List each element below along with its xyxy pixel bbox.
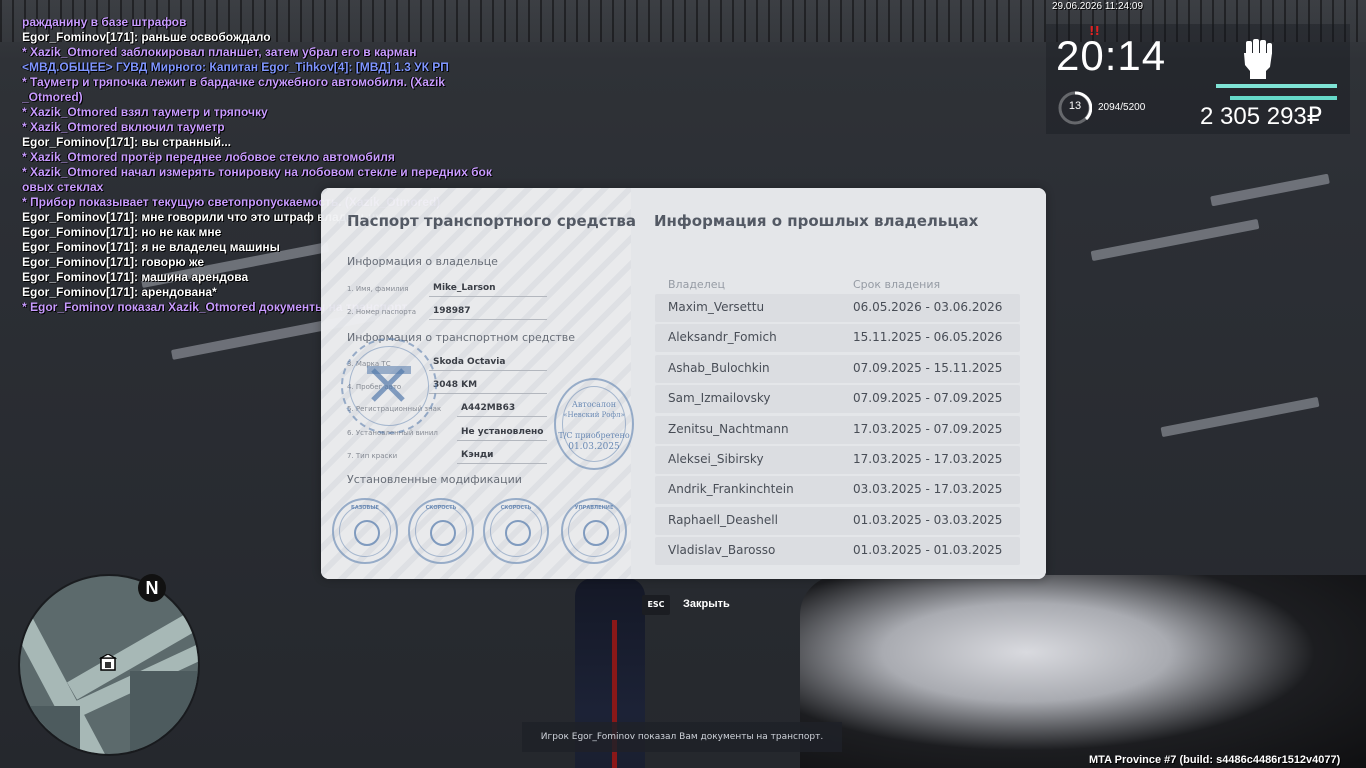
owner-period-cell: 17.03.2025 - 07.09.2025 [853,421,1003,436]
dealer-stamp-line: «Невский Рофл» [563,411,625,419]
owner-row: Ashab_Bulochkin 07.09.2025 - 15.11.2025 [655,354,1020,383]
owner-period-cell: 15.11.2025 - 06.05.2026 [853,330,1003,345]
steering-wheel-icon [583,520,609,546]
level-number: 13 [1068,100,1082,112]
mods-section-title: Установленные модификации [347,473,522,486]
owner-section-title: Информация о владельце [347,255,498,268]
fist-icon [1244,39,1272,79]
owner-name-cell: Sam_Izmailovsky [668,391,771,406]
close-button[interactable]: Закрыть [683,598,730,610]
mod-stamp-base: БАЗОВЫЕ [332,498,398,564]
chat-line: * Xazik_Otmored взял тауметр и тряпочку [22,105,268,119]
armor-bar [1230,96,1337,100]
dealer-stamp-date: 01.03.2025 [568,442,620,452]
owner-name-cell: Aleksandr_Fomich [668,330,777,345]
chat-line: <МВД.ОБЩЕЕ> ГУВД Мирного: Капитан Egor_T… [22,60,449,74]
mod-stamp-label: БАЗОВЫЕ [351,505,379,511]
owner-name-cell: Vladislav_Barosso [668,543,776,558]
passport-number: 198987 [433,306,471,316]
speedometer-icon [505,520,531,546]
dealer-stamp: Автосалон «Невский Рофл» Т/С приобретено… [554,378,634,470]
owner-row: Maxim_Versettu 06.05.2026 - 03.06.2026 [655,294,1020,322]
dealer-stamp-line: Т/С приобретено [558,431,630,440]
money-balance: 2 305 293₽ [1200,103,1323,130]
health-bar [1216,84,1337,88]
owner-name-cell: Raphaell_Deashell [668,512,778,527]
registration-stamp [341,338,437,434]
chat-line: * Тауметр и тряпочка лежит в бардачке сл… [22,75,445,89]
player-marker-icon [99,654,117,671]
column-owner: Владелец [668,278,725,291]
chat-line: * Xazik_Otmored включил тауметр [22,120,225,134]
column-period: Срок владения [853,278,941,291]
notification-banner: Игрок Egor_Fominov показал Вам документы… [522,722,842,752]
owner-period-cell: 06.05.2026 - 03.06.2026 [853,300,1003,314]
chat-line: ражданину в базе штрафов [22,15,187,29]
field-label: 1. Имя, фамилия [347,285,409,293]
owner-name-cell: Zenitsu_Nachtmann [668,421,789,436]
chat-line: _Otmored) [22,90,83,104]
vehicle-passport-window: Паспорт транспортного средства Информаци… [321,188,1046,579]
owner-row: Andrik_Frankinchtein 03.03.2025 - 17.03.2… [655,476,1020,505]
car [800,575,1366,768]
owners-title: Информация о прошлых владельцах [654,212,979,230]
esc-key-hint[interactable]: ESC [642,595,670,615]
owner-row: Vladislav_Barosso 01.03.2025 - 01.03.2025 [655,537,1020,566]
road-marking [1090,218,1260,262]
owner-period-cell: 07.09.2025 - 15.11.2025 [853,360,1003,375]
chat-line: Egor_Fominov[171]: раньше освобождало [22,30,271,44]
vinyl-value: Не установлено [461,427,544,437]
owner-row: Aleksei_Sibirsky 17.03.2025 - 17.03.2025 [655,446,1020,474]
chat-line: * Xazik_Otmored начал измерять тонировку… [22,165,492,179]
hud-datetime: 29.06.2026 11:24:09 [1052,1,1144,12]
owner-name: Mike_Larson [433,283,496,293]
chat-line: * Xazik_Otmored заблокировал планшет, за… [22,45,417,59]
paint-type: Кэнди [461,450,494,460]
mod-stamp-handling: УПРАВЛЕНИЕ [561,498,627,564]
compass-north: N [138,574,166,602]
vehicle-mileage: 3048 KM [433,380,478,390]
passport-title: Паспорт транспортного средства [347,212,636,230]
field-label: 2. Номер паспорта [347,308,417,316]
road-marking [1160,396,1320,438]
owner-period-cell: 17.03.2025 - 17.03.2025 [853,452,1003,466]
owner-period-cell: 01.03.2025 - 01.03.2025 [853,543,1003,558]
mod-stamp-label: УПРАВЛЕНИЕ [574,505,614,511]
owner-period-cell: 01.03.2025 - 03.03.2025 [853,512,1003,527]
owner-name-cell: Ashab_Bulochkin [668,360,770,375]
owner-row: Aleksandr_Fomich 15.11.2025 - 06.05.2026 [655,324,1020,353]
owner-name-cell: Andrik_Frankinchtein [668,482,794,497]
mod-stamp-speed-2: СКОРОСТЬ [483,498,549,564]
plate-number: A442MB63 [461,403,516,413]
experience-counter: 2094/5200 [1098,102,1146,113]
owner-name-cell: Aleksei_Sibirsky [668,452,764,466]
vehicle-model: Skoda Octavia [433,357,506,367]
dealer-stamp-line: Автосалон [571,400,617,409]
owner-row: Zenitsu_Nachtmann 17.03.2025 - 07.09.2025 [655,415,1020,444]
build-info: MTA Province #7 (build: s4486c4486r1512v… [1089,754,1341,766]
mod-stamp-speed: СКОРОСТЬ [408,498,474,564]
mod-stamp-label: СКОРОСТЬ [425,505,457,511]
hud-clock: 20:14 [1056,32,1167,79]
owner-row: Sam_Izmailovsky 07.09.2025 - 07.09.2025 [655,385,1020,414]
owner-name-cell: Maxim_Versettu [668,300,765,314]
chat-line: Egor_Fominov[171]: вы странный... [22,135,231,149]
speedometer-icon [430,520,456,546]
owner-row: Raphaell_Deashell 01.03.2025 - 03.03.2025 [655,506,1020,535]
owner-period-cell: 07.09.2025 - 07.09.2025 [853,391,1003,406]
gear-icon [354,520,380,546]
road-marking [1210,173,1330,207]
chat-line: * Xazik_Otmored протёр переднее лобовое … [22,150,395,164]
owner-period-cell: 03.03.2025 - 17.03.2025 [853,482,1003,497]
field-label: 7. Тип краски [347,452,398,460]
mod-stamp-label: СКОРОСТЬ [500,505,532,511]
